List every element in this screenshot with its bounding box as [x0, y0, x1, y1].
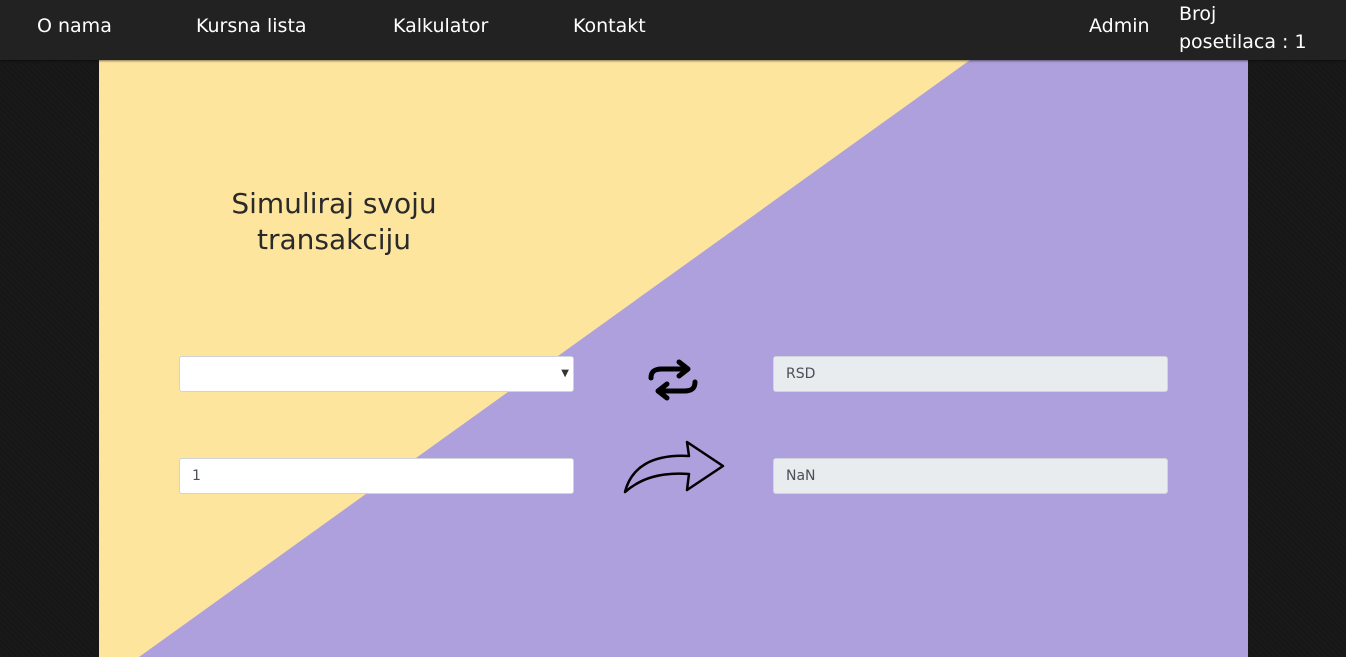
nav-link-kursna-lista[interactable]: Kursna lista — [196, 14, 307, 38]
visitor-counter: Broj posetilaca : 1 — [1179, 0, 1307, 56]
nav-link-kontakt[interactable]: Kontakt — [573, 14, 646, 38]
chevron-down-icon: ▼ — [561, 368, 569, 379]
visitor-counter-value: posetilaca : 1 — [1179, 31, 1307, 53]
nav-link-kalkulator[interactable]: Kalkulator — [393, 14, 488, 38]
from-currency-select[interactable]: ▼ — [179, 356, 574, 392]
amount-input[interactable] — [179, 458, 574, 494]
result-field: NaN — [773, 458, 1168, 494]
page-title: Simuliraj svoju transakciju — [218, 186, 450, 258]
visitor-counter-label: Broj — [1179, 3, 1217, 25]
top-navbar: O nama Kursna lista Kalkulator Kontakt A… — [0, 0, 1346, 60]
to-currency-field: RSD — [773, 356, 1168, 392]
nav-link-o-nama[interactable]: O nama — [37, 14, 112, 38]
curved-arrow-right-icon[interactable] — [621, 438, 727, 498]
page-title-line-1: Simuliraj svoju — [231, 187, 437, 220]
nav-link-admin[interactable]: Admin — [1089, 14, 1150, 38]
page-title-line-2: transakciju — [256, 223, 412, 256]
swap-arrows-icon[interactable] — [645, 358, 701, 402]
converter-panel: Simuliraj svoju transakciju ▼ RSD NaN — [99, 60, 1248, 657]
